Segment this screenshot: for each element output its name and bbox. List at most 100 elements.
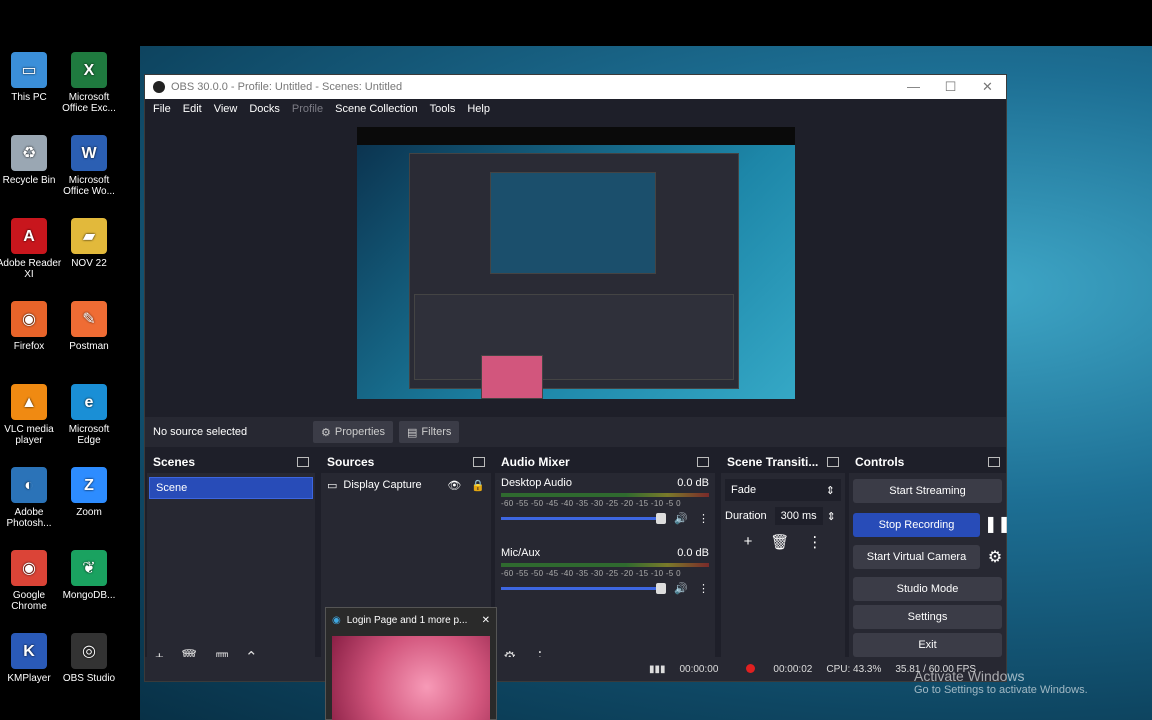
studio-mode-button[interactable]: Studio Mode	[853, 577, 1002, 601]
add-transition-icon[interactable]: +	[744, 533, 753, 551]
stop-recording-button[interactable]: Stop Recording	[853, 513, 980, 537]
desktop-icon[interactable]: W Microsoft Office Wo...	[56, 135, 122, 197]
thumbnail-close-button[interactable]: ✕	[482, 615, 490, 626]
duration-label: Duration	[725, 510, 767, 522]
more-options-icon[interactable]: ⋮	[698, 512, 709, 525]
status-bar: ▮▮▮ 00:00:00 00:00:02 CPU: 43.3% 35.81 /…	[145, 657, 1006, 681]
desktop-icon[interactable]: ▰ NOV 22	[56, 218, 122, 269]
filters-button[interactable]: ▤ Filters	[399, 421, 460, 443]
source-item[interactable]: ▭ Display Capture 👁 🔒	[321, 473, 491, 497]
watermark-subtitle: Go to Settings to activate Windows.	[914, 684, 1088, 696]
controls-title: Controls	[855, 455, 905, 469]
properties-button[interactable]: ⚙ Properties	[313, 421, 394, 443]
volume-slider[interactable]	[501, 513, 667, 524]
desktop-icon[interactable]: ♻ Recycle Bin	[0, 135, 62, 186]
undock-icon[interactable]	[473, 457, 485, 467]
nested-docks	[414, 294, 734, 380]
adobe-reader-icon: A	[11, 218, 47, 254]
eye-icon[interactable]: 👁	[447, 479, 461, 492]
gear-icon[interactable]: ⚙	[984, 547, 1006, 567]
zoom-icon: Z	[71, 467, 107, 503]
desktop-icon-label: KMPlayer	[7, 673, 51, 684]
speaker-icon[interactable]: 🔊	[674, 512, 688, 525]
pause-icon[interactable]: ❚❚	[984, 514, 1011, 534]
volume-meter	[501, 563, 709, 567]
undock-icon[interactable]	[697, 457, 709, 467]
close-button[interactable]: ✕	[969, 79, 1006, 95]
maximize-button[interactable]: ☐	[932, 79, 969, 95]
desktop-icon[interactable]: ▲ VLC media player	[0, 384, 62, 446]
desktop-icon[interactable]: ◎ OBS Studio	[56, 633, 122, 684]
kmplayer-icon: K	[11, 633, 47, 669]
menu-scene-collection[interactable]: Scene Collection	[329, 103, 424, 115]
controls-panel: Controls Start Streaming Stop Recording …	[849, 451, 1011, 671]
undock-icon[interactable]	[988, 457, 1000, 467]
recording-dot-icon	[746, 664, 756, 674]
transition-menu-icon[interactable]: ⋮	[807, 533, 822, 551]
stepper-icon[interactable]: ⇕	[827, 510, 836, 523]
thumbnail-preview[interactable]	[332, 636, 490, 720]
channel-db: 0.0 dB	[677, 547, 709, 559]
menu-help[interactable]: Help	[461, 103, 496, 115]
desktop-icon[interactable]: ◐ Adobe Photosh...	[0, 467, 62, 529]
preview-canvas[interactable]	[357, 127, 795, 399]
desktop-icon[interactable]: ◉ Google Chrome	[0, 550, 62, 612]
desktop-icon-label: Microsoft Office Wo...	[63, 175, 115, 197]
start-streaming-button[interactable]: Start Streaming	[853, 479, 1002, 503]
desktop-icon[interactable]: ◉ Firefox	[0, 301, 62, 352]
slider-handle[interactable]	[656, 583, 667, 594]
desktop-icon[interactable]: ❦ MongoDB...	[56, 550, 122, 601]
speaker-icon[interactable]: 🔊	[674, 582, 688, 595]
menu-view[interactable]: View	[208, 103, 244, 115]
remove-transition-icon[interactable]: 🗑	[770, 533, 789, 551]
desktop-icon-label: Recycle Bin	[2, 175, 56, 186]
channel-db: 0.0 dB	[677, 477, 709, 489]
cpu-usage: CPU: 43.3%	[826, 663, 882, 675]
menu-file[interactable]: File	[147, 103, 177, 115]
desktop-icon-label: VLC media player	[4, 424, 54, 446]
chrome-icon: ◉	[11, 550, 47, 586]
scene-item[interactable]: Scene	[149, 477, 313, 499]
preview-area	[145, 119, 1006, 409]
desktop-icon[interactable]: A Adobe Reader XI	[0, 218, 62, 280]
desktop-icon-label: Postman	[69, 341, 109, 352]
nested-thumb	[481, 355, 543, 399]
folder-icon: ▰	[71, 218, 107, 254]
menu-tools[interactable]: Tools	[424, 103, 462, 115]
start-virtual-camera-button[interactable]: Start Virtual Camera	[853, 545, 980, 569]
desktop-icon[interactable]: ✎ Postman	[56, 301, 122, 352]
volume-slider[interactable]	[501, 583, 667, 594]
duration-input[interactable]: 300 ms	[774, 507, 823, 525]
desktop-icon[interactable]: ▭ This PC	[0, 52, 62, 103]
transition-type: Fade	[731, 484, 757, 496]
source-toolbar: No source selected ⚙ Properties ▤ Filter…	[145, 417, 1006, 447]
slider-handle[interactable]	[656, 513, 667, 524]
watermark-title: Activate Windows	[914, 668, 1025, 684]
undock-icon[interactable]	[297, 457, 309, 467]
sources-title: Sources	[327, 455, 375, 469]
excel-icon: X	[71, 52, 107, 88]
lock-icon[interactable]: 🔒	[471, 479, 485, 492]
more-options-icon[interactable]: ⋮	[698, 582, 709, 595]
source-label: Display Capture	[343, 479, 422, 491]
audio-mixer-title: Audio Mixer	[501, 455, 570, 469]
exit-button[interactable]: Exit	[853, 633, 1002, 657]
transition-select[interactable]: Fade ⇕	[725, 479, 841, 501]
nested-obs-window	[409, 153, 739, 389]
minimize-button[interactable]: —	[895, 79, 932, 95]
desktop-icon[interactable]: K KMPlayer	[0, 633, 62, 684]
desktop-icon[interactable]: e Microsoft Edge	[56, 384, 122, 446]
title-bar[interactable]: OBS 30.0.0 - Profile: Untitled - Scenes:…	[145, 75, 1006, 99]
menu-docks[interactable]: Docks	[243, 103, 286, 115]
menu-edit[interactable]: Edit	[177, 103, 208, 115]
meter-ticks: -60 -55 -50 -45 -40 -35 -30 -25 -20 -15 …	[501, 569, 681, 578]
desktop-icon[interactable]: X Microsoft Office Exc...	[56, 52, 122, 114]
desktop-icon[interactable]: Z Zoom	[56, 467, 122, 518]
desktop-audio-channel: Desktop Audio 0.0 dB -60 -55 -50 -45 -40 …	[495, 473, 715, 525]
postman-icon: ✎	[71, 301, 107, 337]
signal-icon: ▮▮▮	[648, 663, 666, 675]
taskbar-thumbnail[interactable]: ◉ Login Page and 1 more p... ✕	[325, 607, 497, 720]
settings-button[interactable]: Settings	[853, 605, 1002, 629]
undock-icon[interactable]	[827, 457, 839, 467]
menu-profile[interactable]: Profile	[286, 103, 329, 115]
